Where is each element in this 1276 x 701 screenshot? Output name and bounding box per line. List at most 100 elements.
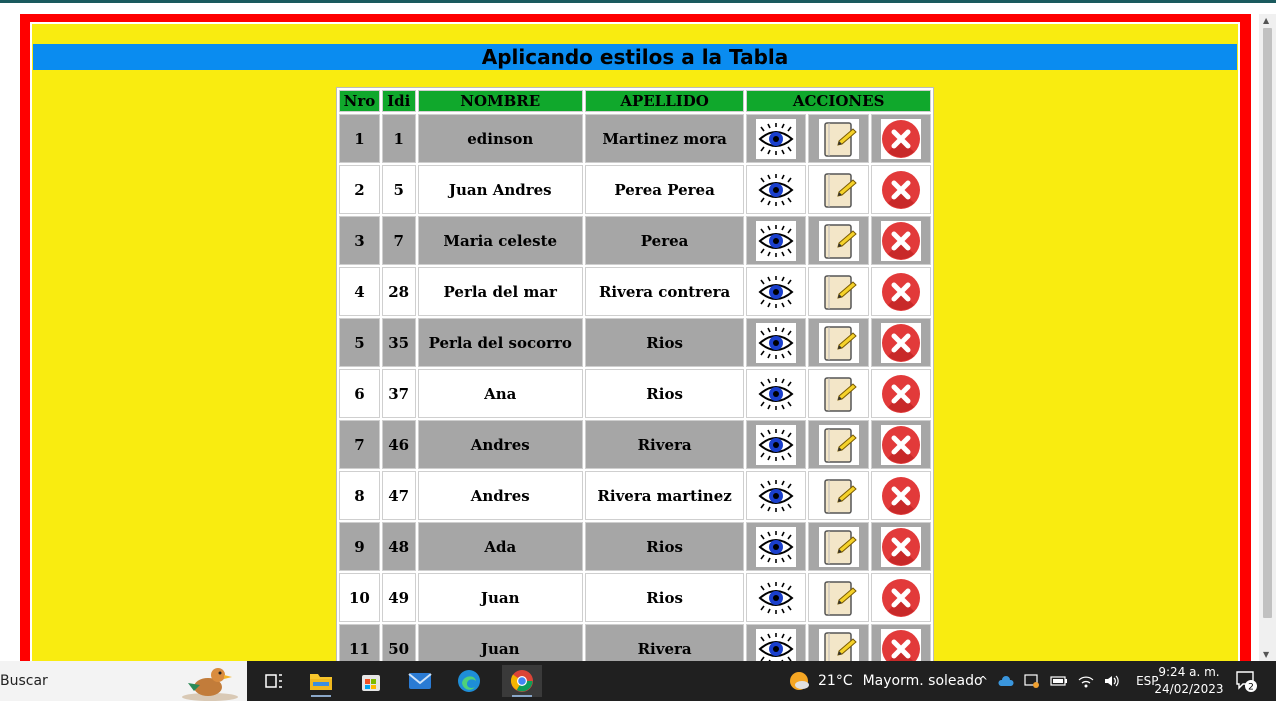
cell-view	[746, 267, 807, 316]
cell-delete	[870, 267, 931, 316]
weather-desc: Mayorm. soleado	[862, 673, 983, 689]
clock[interactable]: 9:24 a. m. 24/02/2023	[1150, 664, 1228, 698]
table-row: 9 48 Ada Rios	[339, 522, 931, 571]
header-idi: Idi	[381, 90, 416, 112]
header-apellido: APELLIDO	[584, 90, 745, 112]
header-acciones: ACCIONES	[746, 90, 931, 112]
cell-edit	[808, 318, 869, 367]
delete-icon[interactable]	[880, 271, 921, 312]
battery-icon[interactable]	[1050, 675, 1068, 687]
microsoft-store-icon[interactable]	[355, 665, 387, 697]
eye-icon[interactable]	[756, 526, 797, 567]
edit-notepad-icon[interactable]	[818, 271, 859, 312]
cell-delete	[870, 369, 931, 418]
delete-icon[interactable]	[880, 322, 921, 363]
cell-apellido: Rios	[584, 573, 745, 622]
eye-icon[interactable]	[756, 424, 797, 465]
cell-nombre: Andres	[417, 420, 583, 469]
eye-icon[interactable]	[756, 169, 797, 210]
taskbar-search[interactable]: Buscar	[0, 661, 247, 701]
delete-icon[interactable]	[880, 118, 921, 159]
cell-idi: 35	[381, 318, 416, 367]
cell-nombre: Andres	[417, 471, 583, 520]
cell-edit	[808, 420, 869, 469]
volume-icon[interactable]	[1104, 674, 1120, 688]
cell-delete	[870, 522, 931, 571]
edit-notepad-icon[interactable]	[818, 322, 859, 363]
delete-icon[interactable]	[880, 169, 921, 210]
eye-icon[interactable]	[756, 220, 797, 261]
cell-nombre: Juan Andres	[417, 165, 583, 214]
delete-icon[interactable]	[880, 475, 921, 516]
cell-delete	[870, 216, 931, 265]
eye-icon[interactable]	[756, 322, 797, 363]
cell-apellido: Rios	[584, 318, 745, 367]
cell-apellido: Rios	[584, 522, 745, 571]
cell-nro: 9	[339, 522, 380, 571]
mail-icon[interactable]	[404, 665, 436, 697]
cell-idi: 28	[381, 267, 416, 316]
page-title: Aplicando estilos a la Tabla	[33, 44, 1237, 70]
edit-notepad-icon[interactable]	[818, 373, 859, 414]
cell-view	[746, 573, 807, 622]
eye-icon[interactable]	[756, 577, 797, 618]
cell-nro: 1	[339, 114, 380, 163]
scroll-down-arrow-icon[interactable]: ▼	[1263, 650, 1269, 659]
eye-icon[interactable]	[756, 118, 797, 159]
cell-nro: 10	[339, 573, 380, 622]
clock-date: 24/02/2023	[1154, 682, 1224, 696]
cell-nombre: Juan	[417, 573, 583, 622]
tray-chevron-up-icon[interactable]: ^	[978, 674, 988, 688]
table-row: 2 5 Juan Andres Perea Perea	[339, 165, 931, 214]
cell-edit	[808, 471, 869, 520]
eye-icon[interactable]	[756, 373, 797, 414]
delete-icon[interactable]	[880, 577, 921, 618]
header-nro: Nro	[339, 90, 380, 112]
cell-idi: 1	[381, 114, 416, 163]
delete-icon[interactable]	[880, 526, 921, 567]
scroll-thumb[interactable]	[1263, 28, 1272, 618]
cell-nombre: edinson	[417, 114, 583, 163]
cell-edit	[808, 216, 869, 265]
cell-edit	[808, 522, 869, 571]
notification-icon[interactable]: 2	[1234, 669, 1258, 693]
search-label: Buscar	[0, 673, 48, 689]
edit-notepad-icon[interactable]	[818, 577, 859, 618]
edit-notepad-icon[interactable]	[818, 220, 859, 261]
task-view-icon[interactable]	[258, 665, 290, 697]
cell-delete	[870, 114, 931, 163]
eye-icon[interactable]	[756, 271, 797, 312]
onedrive-cloud-icon[interactable]	[998, 675, 1014, 687]
scroll-up-arrow-icon[interactable]: ▲	[1263, 16, 1269, 25]
cell-edit	[808, 573, 869, 622]
cell-idi: 49	[381, 573, 416, 622]
delete-icon[interactable]	[880, 373, 921, 414]
edit-notepad-icon[interactable]	[818, 424, 859, 465]
data-table: Nro Idi NOMBRE APELLIDO ACCIONES 1 1 edins…	[336, 87, 934, 676]
cell-edit	[808, 369, 869, 418]
cell-edit	[808, 114, 869, 163]
delete-icon[interactable]	[880, 220, 921, 261]
weather-widget[interactable]: 21°C Mayorm. soleado	[788, 661, 983, 701]
edit-notepad-icon[interactable]	[818, 475, 859, 516]
delete-icon[interactable]	[880, 424, 921, 465]
cell-view	[746, 471, 807, 520]
file-explorer-icon[interactable]	[305, 665, 337, 697]
edit-notepad-icon[interactable]	[818, 169, 859, 210]
header-nombre: NOMBRE	[417, 90, 583, 112]
cell-edit	[808, 165, 869, 214]
cell-view	[746, 318, 807, 367]
cell-view	[746, 114, 807, 163]
edit-notepad-icon[interactable]	[818, 526, 859, 567]
cell-view	[746, 165, 807, 214]
wifi-icon[interactable]	[1078, 674, 1094, 688]
cell-delete	[870, 165, 931, 214]
cell-nro: 4	[339, 267, 380, 316]
eye-icon[interactable]	[756, 475, 797, 516]
chrome-browser-icon[interactable]	[502, 665, 542, 697]
vertical-scrollbar[interactable]: ▲ ▼	[1259, 14, 1276, 661]
edge-browser-icon[interactable]	[453, 665, 485, 697]
cell-nombre: Perla del mar	[417, 267, 583, 316]
edit-notepad-icon[interactable]	[818, 118, 859, 159]
tray-app-icon[interactable]	[1024, 673, 1040, 689]
